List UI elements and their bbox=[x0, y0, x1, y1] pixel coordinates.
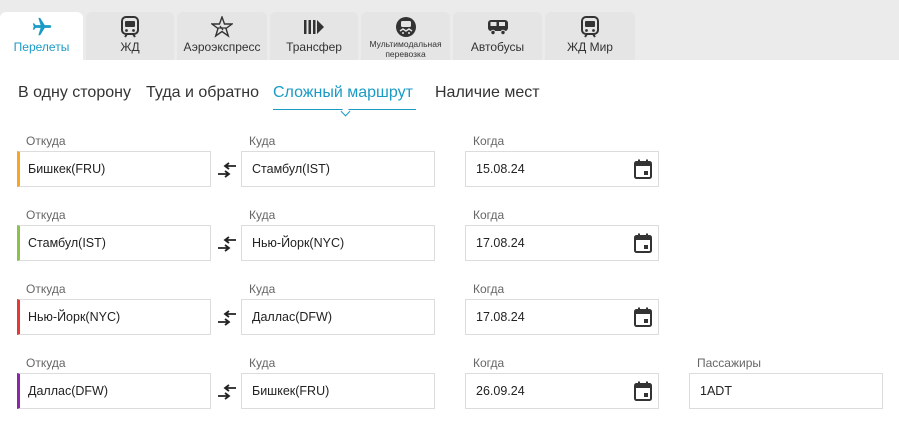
date-field[interactable]: 17.08.24 bbox=[465, 225, 659, 261]
swap-icon[interactable] bbox=[217, 235, 237, 253]
from-field[interactable]: Нью-Йорк(NYC) bbox=[17, 299, 211, 335]
swap-icon[interactable] bbox=[217, 383, 237, 401]
from-label: Откуда bbox=[26, 356, 66, 370]
swap-icon[interactable] bbox=[217, 161, 237, 179]
calendar-icon[interactable] bbox=[634, 307, 652, 327]
from-label: Откуда bbox=[26, 134, 66, 148]
train-icon bbox=[545, 15, 635, 39]
date-field[interactable]: 17.08.24 bbox=[465, 299, 659, 335]
to-label: Куда bbox=[249, 356, 276, 370]
to-label: Куда bbox=[249, 208, 276, 222]
tab-label: Автобусы bbox=[470, 40, 525, 54]
tab-label: Мультимодальная перевозка bbox=[369, 39, 442, 59]
to-value: Нью-Йорк(NYC) bbox=[252, 236, 345, 250]
date-field[interactable]: 26.09.24 bbox=[465, 373, 659, 409]
multimodal-icon bbox=[361, 15, 450, 39]
when-label: Когда bbox=[473, 208, 505, 222]
passengers-label: Пассажиры bbox=[697, 356, 762, 370]
tab-label: Аэроэкспресс bbox=[183, 40, 261, 54]
date-value: 17.08.24 bbox=[476, 310, 525, 324]
from-label: Откуда bbox=[26, 208, 66, 222]
tab-flights[interactable]: Перелеты bbox=[0, 12, 83, 60]
to-value: Даллас(DFW) bbox=[252, 310, 332, 324]
to-field[interactable]: Бишкек(FRU) bbox=[241, 373, 435, 409]
calendar-icon[interactable] bbox=[634, 159, 652, 179]
from-value: Нью-Йорк(NYC) bbox=[28, 310, 121, 324]
train-icon bbox=[86, 15, 174, 39]
mode-round-trip[interactable]: Туда и обратно bbox=[146, 84, 259, 102]
transfer-icon bbox=[270, 15, 358, 39]
passengers-field[interactable]: 1ADT bbox=[689, 373, 883, 409]
tab-label: ЖД Мир bbox=[567, 40, 613, 54]
to-field[interactable]: Стамбул(IST) bbox=[241, 151, 435, 187]
tab-transfer[interactable]: Трансфер bbox=[270, 12, 358, 60]
plane-icon bbox=[0, 15, 83, 39]
mode-multi-city[interactable]: Сложный маршрут bbox=[273, 84, 413, 102]
to-field[interactable]: Нью-Йорк(NYC) bbox=[241, 225, 435, 261]
date-field[interactable]: 15.08.24 bbox=[465, 151, 659, 187]
from-label: Откуда bbox=[26, 282, 66, 296]
to-label: Куда bbox=[249, 134, 276, 148]
tab-label: Трансфер bbox=[286, 40, 342, 54]
from-field[interactable]: Даллас(DFW) bbox=[17, 373, 211, 409]
when-label: Когда bbox=[473, 134, 505, 148]
tab-label: ЖД bbox=[120, 40, 140, 54]
mode-availability[interactable]: Наличие мест bbox=[435, 84, 540, 102]
when-label: Когда bbox=[473, 282, 505, 296]
from-value: Стамбул(IST) bbox=[28, 236, 106, 250]
tab-label: Перелеты bbox=[13, 40, 70, 54]
to-label: Куда bbox=[249, 282, 276, 296]
to-value: Стамбул(IST) bbox=[252, 162, 330, 176]
calendar-icon[interactable] bbox=[634, 233, 652, 253]
bus-icon bbox=[453, 15, 542, 39]
tab-multimodal[interactable]: Мультимодальная перевозка bbox=[361, 12, 450, 60]
from-value: Даллас(DFW) bbox=[28, 384, 108, 398]
date-value: 15.08.24 bbox=[476, 162, 525, 176]
mode-one-way[interactable]: В одну сторону bbox=[18, 84, 131, 102]
swap-icon[interactable] bbox=[217, 309, 237, 327]
from-field[interactable]: Бишкек(FRU) bbox=[17, 151, 211, 187]
calendar-icon[interactable] bbox=[634, 381, 652, 401]
transport-tabs: Перелеты ЖД Аэроэкспресс Трансфер Мульти… bbox=[0, 0, 899, 60]
date-value: 26.09.24 bbox=[476, 384, 525, 398]
to-field[interactable]: Даллас(DFW) bbox=[241, 299, 435, 335]
when-label: Когда bbox=[473, 356, 505, 370]
from-field[interactable]: Стамбул(IST) bbox=[17, 225, 211, 261]
aeroexpress-icon bbox=[177, 15, 267, 39]
from-value: Бишкек(FRU) bbox=[28, 162, 106, 176]
tab-rail[interactable]: ЖД bbox=[86, 12, 174, 60]
date-value: 17.08.24 bbox=[476, 236, 525, 250]
tab-rail-world[interactable]: ЖД Мир bbox=[545, 12, 635, 60]
tab-aeroexpress[interactable]: Аэроэкспресс bbox=[177, 12, 267, 60]
tab-buses[interactable]: Автобусы bbox=[453, 12, 542, 60]
passengers-value: 1ADT bbox=[700, 384, 732, 398]
to-value: Бишкек(FRU) bbox=[252, 384, 330, 398]
